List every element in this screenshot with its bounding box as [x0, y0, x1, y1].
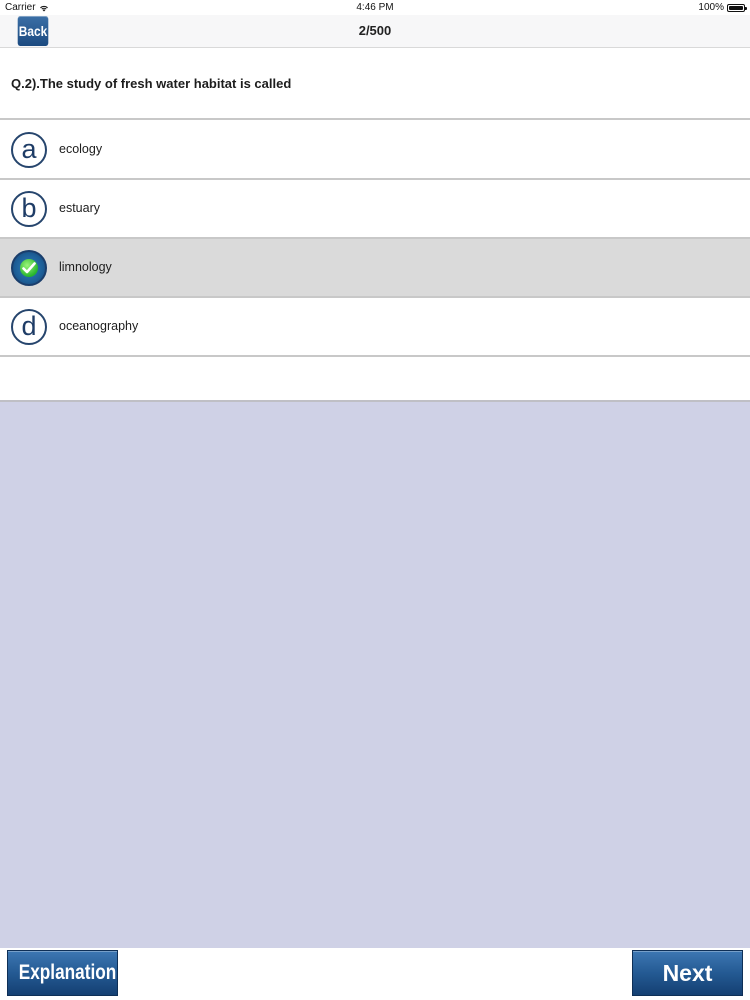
bottom-toolbar: Explanation Next [0, 948, 750, 1000]
question-text: Q.2).The study of fresh water habitat is… [11, 76, 292, 91]
next-button[interactable]: Next [632, 950, 743, 996]
battery-percent: 100% [698, 2, 724, 13]
option-c[interactable]: limnology [0, 239, 750, 298]
battery-icon [727, 3, 747, 12]
back-button[interactable]: Back [17, 16, 49, 46]
option-label: ecology [59, 142, 103, 156]
page-counter: 2/500 [358, 23, 392, 38]
explanation-label: Explanation [18, 961, 117, 984]
option-b[interactable]: b estuary [0, 180, 750, 239]
clock: 4:46 PM [356, 2, 394, 13]
option-a[interactable]: a ecology [0, 121, 750, 180]
empty-row [0, 358, 750, 402]
question-row: Q.2).The study of fresh water habitat is… [0, 48, 750, 120]
letter-a-icon: a [11, 132, 47, 168]
option-d[interactable]: d oceanography [0, 298, 750, 357]
option-label: limnology [59, 260, 112, 274]
explanation-button[interactable]: Explanation [7, 950, 118, 996]
content-area [0, 402, 750, 948]
navigation-bar: 2/500 Back [0, 15, 750, 48]
option-label: oceanography [59, 319, 139, 333]
battery-indicator: 100% [698, 0, 747, 15]
option-label: estuary [59, 201, 100, 215]
letter-d-icon: d [11, 309, 47, 345]
letter-b-icon: b [11, 191, 47, 227]
status-bar: Carrier 4:46 PM 100% [0, 0, 750, 15]
checkmark-icon [11, 250, 47, 286]
